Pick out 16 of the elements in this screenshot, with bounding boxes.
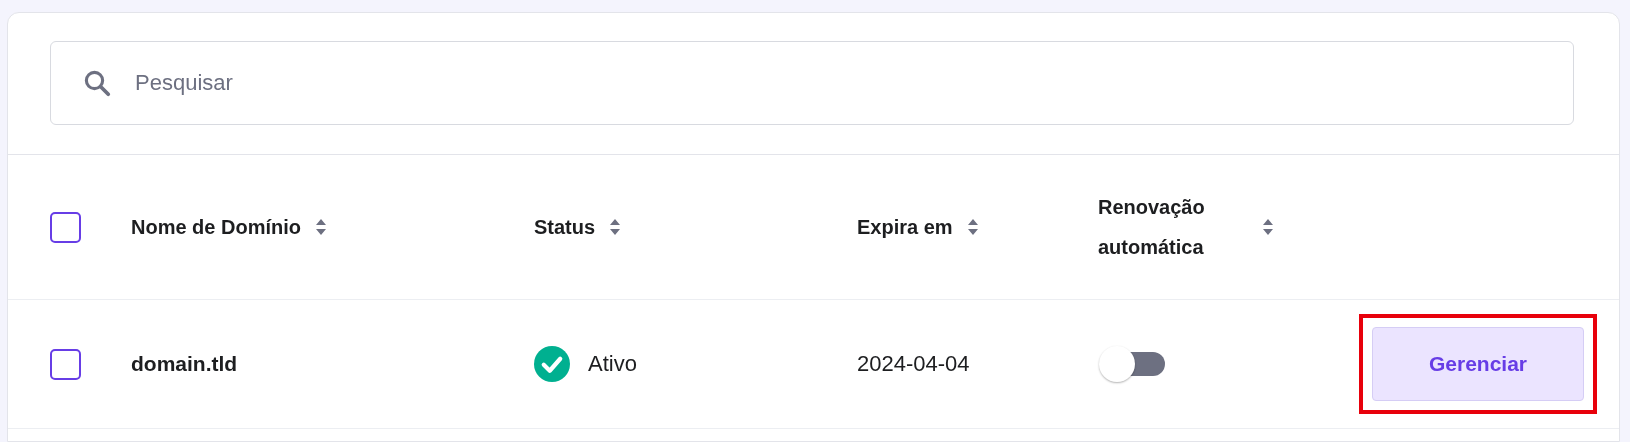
column-header[interactable]: Status (534, 207, 596, 247)
column-header[interactable]: Expira em (857, 207, 953, 247)
expiry-date: 2024-04-04 (857, 351, 970, 377)
sort-icon[interactable] (966, 218, 979, 236)
sort-icon[interactable] (315, 218, 327, 236)
manage-button[interactable]: Gerenciar (1372, 327, 1584, 401)
checkbox[interactable] (50, 211, 81, 243)
search-field[interactable]: Pesquisar (50, 41, 1574, 125)
domain-name[interactable]: domain.tld (131, 352, 238, 376)
column-header[interactable]: Nome de Domínio (131, 207, 301, 247)
column-header[interactable]: Renovação automática (1098, 187, 1248, 267)
status-label: Ativo (588, 351, 637, 377)
sort-icon[interactable] (1262, 218, 1274, 236)
search-icon (82, 68, 112, 98)
checkbox[interactable] (50, 348, 81, 380)
sort-icon[interactable] (609, 218, 622, 236)
